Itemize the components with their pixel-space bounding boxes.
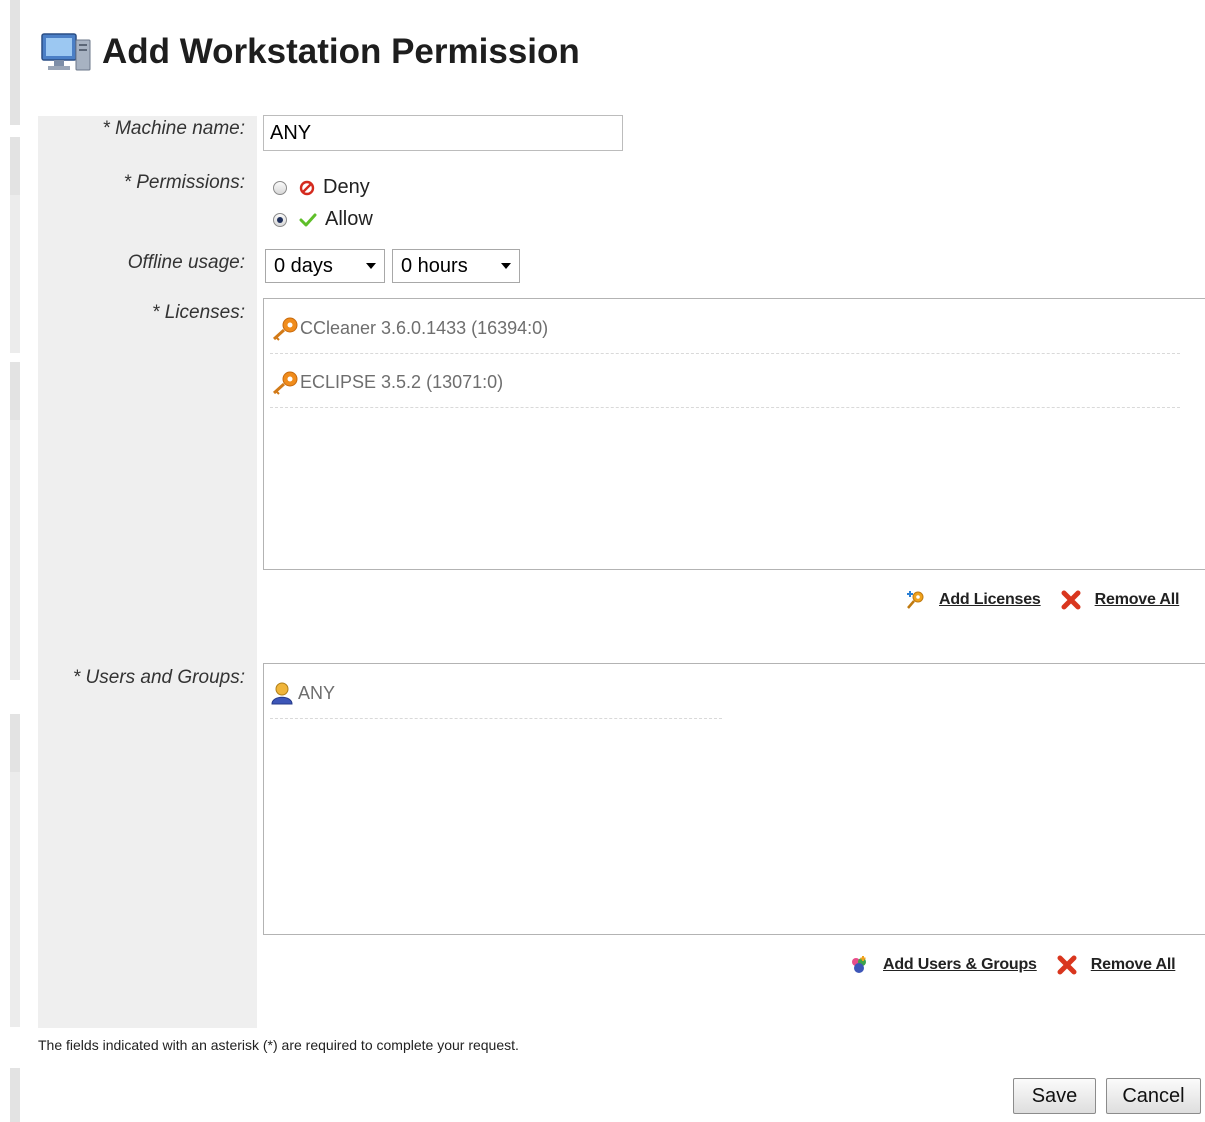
- list-separator: [270, 718, 722, 719]
- remove-all-users-link[interactable]: Remove All: [1091, 956, 1176, 974]
- save-button[interactable]: Save: [1013, 1078, 1096, 1114]
- licenses-listbox[interactable]: CCleaner 3.6.0.1433 (16394:0) ECLIPSE 3.…: [263, 298, 1205, 570]
- required-fields-note: The fields indicated with an asterisk (*…: [38, 1037, 519, 1053]
- licenses-label: * Licenses:: [152, 302, 245, 323]
- list-item[interactable]: ECLIPSE 3.5.2 (13071:0): [270, 369, 503, 395]
- license-name: ECLIPSE 3.5.2 (13071:0): [300, 371, 504, 392]
- user-group-name: ANY: [298, 682, 336, 703]
- allow-checkmark-icon: [299, 213, 317, 226]
- remove-x-icon: [1061, 590, 1081, 610]
- permission-option-allow[interactable]: Allow: [273, 208, 373, 231]
- page-header: Add Workstation Permission: [40, 28, 580, 76]
- add-key-icon: [907, 591, 924, 609]
- list-separator: [270, 407, 1180, 408]
- offline-hours-value: 0 hours: [401, 254, 468, 277]
- allow-radio[interactable]: [273, 212, 287, 227]
- list-item[interactable]: ANY: [270, 680, 335, 706]
- permissions-label: * Permissions:: [123, 172, 245, 193]
- allow-label: Allow: [325, 208, 373, 230]
- deny-icon: [299, 180, 315, 195]
- list-item[interactable]: CCleaner 3.6.0.1433 (16394:0): [270, 315, 548, 341]
- licenses-actions: Add Licenses Remove All: [905, 590, 1179, 610]
- key-icon: [272, 317, 298, 341]
- deny-radio[interactable]: [273, 180, 287, 195]
- add-users-icon: [852, 956, 866, 973]
- remove-x-icon: [1057, 955, 1077, 975]
- workstation-icon: [40, 30, 92, 74]
- left-gutter: [0, 0, 24, 1122]
- users-groups-listbox[interactable]: ANY: [263, 663, 1205, 935]
- offline-days-value: 0 days: [274, 254, 333, 277]
- license-name: CCleaner 3.6.0.1433 (16394:0): [300, 317, 549, 338]
- page-title: Add Workstation Permission: [102, 32, 580, 71]
- machine-name-input[interactable]: [263, 115, 623, 151]
- add-licenses-link[interactable]: Add Licenses: [939, 591, 1041, 609]
- chevron-down-icon: [501, 263, 511, 269]
- offline-hours-select[interactable]: 0 hours: [392, 249, 520, 283]
- remove-all-licenses-link[interactable]: Remove All: [1095, 591, 1180, 609]
- machine-name-label: * Machine name:: [102, 118, 245, 139]
- offline-usage-label: Offline usage:: [127, 252, 245, 273]
- users-groups-actions: Add Users & Groups Remove All: [849, 955, 1176, 975]
- user-icon: [271, 682, 293, 705]
- permission-option-deny[interactable]: Deny: [273, 176, 370, 199]
- form-label-column: * Machine name: * Permissions: Offline u…: [38, 116, 257, 1028]
- users-groups-label: * Users and Groups:: [72, 667, 245, 688]
- chevron-down-icon: [366, 263, 376, 269]
- list-separator: [270, 353, 1180, 354]
- add-users-groups-link[interactable]: Add Users & Groups: [883, 956, 1037, 974]
- key-icon: [272, 371, 298, 395]
- cancel-button[interactable]: Cancel: [1106, 1078, 1201, 1114]
- offline-days-select[interactable]: 0 days: [265, 249, 385, 283]
- deny-label: Deny: [323, 176, 370, 198]
